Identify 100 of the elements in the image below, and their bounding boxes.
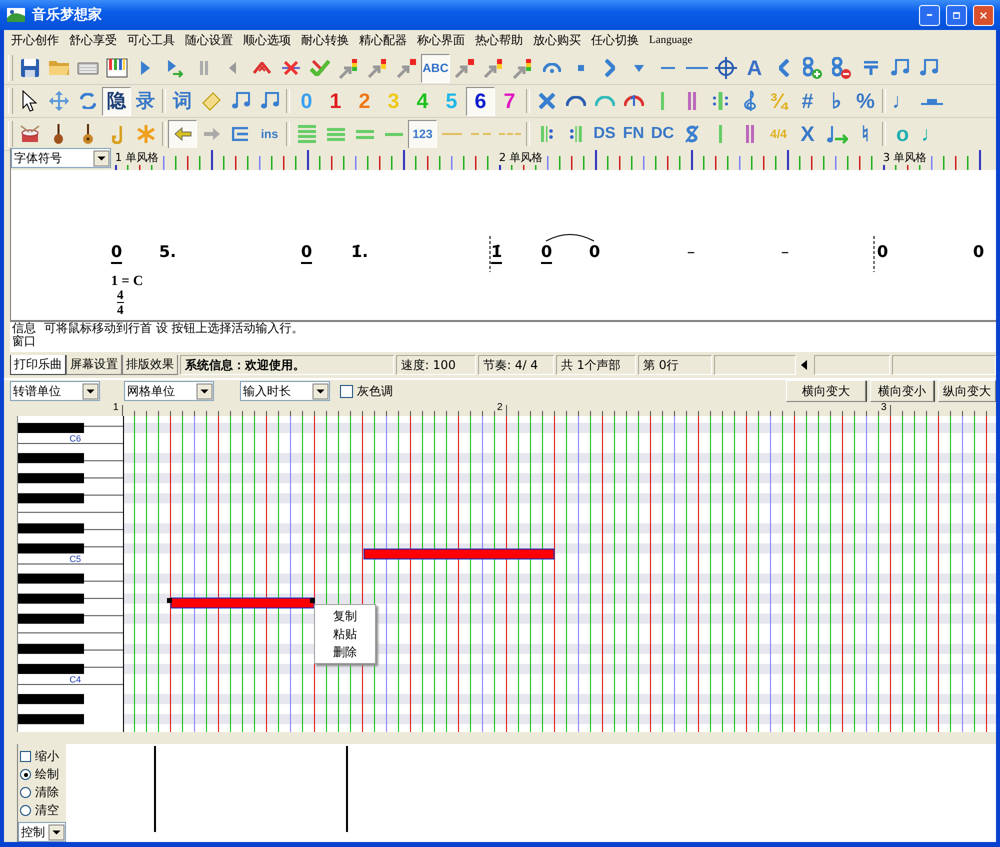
toolbar-button[interactable]: ♮ <box>851 120 880 148</box>
play-step-icon <box>166 58 182 78</box>
arrow-flag-icon <box>396 58 416 78</box>
toolbar-button[interactable]: % <box>851 86 880 116</box>
menu-item[interactable]: 耐心转换 <box>296 32 354 48</box>
pause-icon <box>198 60 208 76</box>
cross-icon <box>538 93 554 109</box>
back-icon <box>228 61 237 75</box>
note-bar[interactable] <box>166 598 315 608</box>
minimize-button[interactable] <box>919 4 940 26</box>
note-symbol: 0 <box>589 242 600 262</box>
staff-lines-icon <box>326 126 346 142</box>
toolbar-button[interactable]: A <box>740 54 769 82</box>
dropdown[interactable]: 字体符号 <box>11 148 111 168</box>
folder-icon <box>48 60 70 76</box>
ruler-label: 3 <box>880 402 888 413</box>
menu-item[interactable]: 粘贴 <box>315 625 375 643</box>
move-icon <box>48 90 70 112</box>
repeat-end-icon <box>568 125 582 143</box>
piano-key[interactable] <box>18 574 84 584</box>
radio-button[interactable] <box>20 787 31 798</box>
dropdown[interactable]: 输入时长 <box>240 381 330 401</box>
asterisk-icon <box>136 124 154 144</box>
toolbar-button[interactable]: 1 <box>321 86 350 116</box>
toolbar-button[interactable]: FN <box>619 120 648 148</box>
piano-keyboard[interactable]: C6 C5 C4 <box>18 416 123 732</box>
toolbar-button[interactable]: DS <box>590 120 619 148</box>
menu-item[interactable]: 称心界面 <box>412 32 470 48</box>
piano-key[interactable] <box>18 594 84 604</box>
arrow-flag-icon <box>368 58 387 78</box>
checkbox[interactable] <box>20 751 31 762</box>
menu-item[interactable]: 删除 <box>315 643 375 661</box>
note-bar[interactable] <box>363 548 554 560</box>
toolbar-button[interactable]: 123 <box>408 120 437 148</box>
status-tab[interactable]: 屏幕设置 <box>66 355 122 375</box>
info-message: 可将鼠标移动到行首 设 按钮上选择活动输入行。 <box>44 322 304 337</box>
eraser-icon <box>202 92 221 110</box>
piano-key[interactable] <box>18 453 84 464</box>
piano-key[interactable] <box>18 694 84 704</box>
right-arrow-icon <box>202 127 220 141</box>
time-signature: 4 4 <box>117 288 124 317</box>
toolbar-button[interactable]: ABC <box>421 54 450 82</box>
menu-item[interactable]: 复制 <box>315 607 375 625</box>
menu-item[interactable]: 热心帮助 <box>470 32 528 48</box>
notes-icon <box>230 92 250 110</box>
chevron-right-icon <box>604 59 614 77</box>
note-symbol: 0 <box>973 242 984 262</box>
menu-item[interactable]: 可心工具 <box>122 32 180 48</box>
menu-item[interactable]: 放心购买 <box>528 32 586 48</box>
toolbar-button[interactable]: 隐 <box>102 86 131 116</box>
barline <box>873 236 875 272</box>
checkbox[interactable] <box>340 384 353 398</box>
arrow-flag-icon <box>339 58 358 78</box>
status-tab[interactable]: 打印乐曲 <box>10 355 66 375</box>
repeat-bar-icon <box>712 91 729 111</box>
close-button[interactable] <box>973 4 994 26</box>
zoom-button[interactable]: 横向变小 <box>870 380 934 402</box>
dropdown[interactable]: 转谱单位 <box>10 381 100 401</box>
toolbar-button[interactable]: 6 <box>466 86 495 116</box>
menu-item[interactable]: 开心创作 <box>6 32 64 48</box>
dash-icon <box>440 133 462 135</box>
radio-label: 绘制 <box>35 766 59 783</box>
status-tab[interactable]: 排版效果 <box>122 355 178 375</box>
toolbar-button[interactable]: ♩ <box>888 86 917 116</box>
toolbar-button[interactable]: DC <box>648 120 677 148</box>
toolbar-button[interactable]: ins <box>255 120 284 148</box>
menu-item[interactable]: Language <box>644 34 698 46</box>
triangle-down-icon <box>632 64 644 72</box>
menu-item[interactable]: 任心切换 <box>586 32 644 48</box>
toolbar-button[interactable]: X <box>793 120 822 148</box>
cross-line-icon <box>280 61 300 75</box>
radio-button[interactable] <box>20 805 31 816</box>
toolbar-button[interactable]: ♭ <box>822 86 851 116</box>
rest-bar-icon <box>920 98 944 104</box>
dropdown[interactable]: 控制 <box>18 822 66 842</box>
notes-icon <box>890 59 910 77</box>
left-arrow-icon <box>800 359 808 371</box>
key-label: C5 <box>69 554 81 564</box>
rotate-icon <box>80 92 96 110</box>
notes-icon <box>918 59 938 77</box>
piano-key[interactable] <box>18 473 84 484</box>
dropdown[interactable]: 网格单位 <box>124 381 214 401</box>
drum-icon <box>20 125 40 143</box>
note-symbol: – <box>687 242 695 262</box>
toolbar-button[interactable]: 词 <box>168 86 197 116</box>
menu-item[interactable]: 顺心选项 <box>238 32 296 48</box>
zoom-button[interactable]: 横向变大 <box>786 380 866 402</box>
maximize-button[interactable] <box>946 4 967 26</box>
save-icon <box>20 58 40 78</box>
cursor-icon <box>22 90 37 112</box>
toolbar-button[interactable]: # <box>793 86 822 116</box>
menu-item[interactable]: 随心设置 <box>180 32 238 48</box>
dash-icon <box>498 133 522 135</box>
radio-button[interactable] <box>20 769 31 780</box>
menu-item[interactable]: 舒心享受 <box>64 32 122 48</box>
menu-item[interactable]: 精心配器 <box>354 32 412 48</box>
piano-key[interactable] <box>18 714 84 724</box>
toolbar-button[interactable]: 录 <box>131 86 160 116</box>
zoom-button[interactable]: 纵向变大 <box>938 380 996 402</box>
minimize-icon <box>926 13 933 17</box>
